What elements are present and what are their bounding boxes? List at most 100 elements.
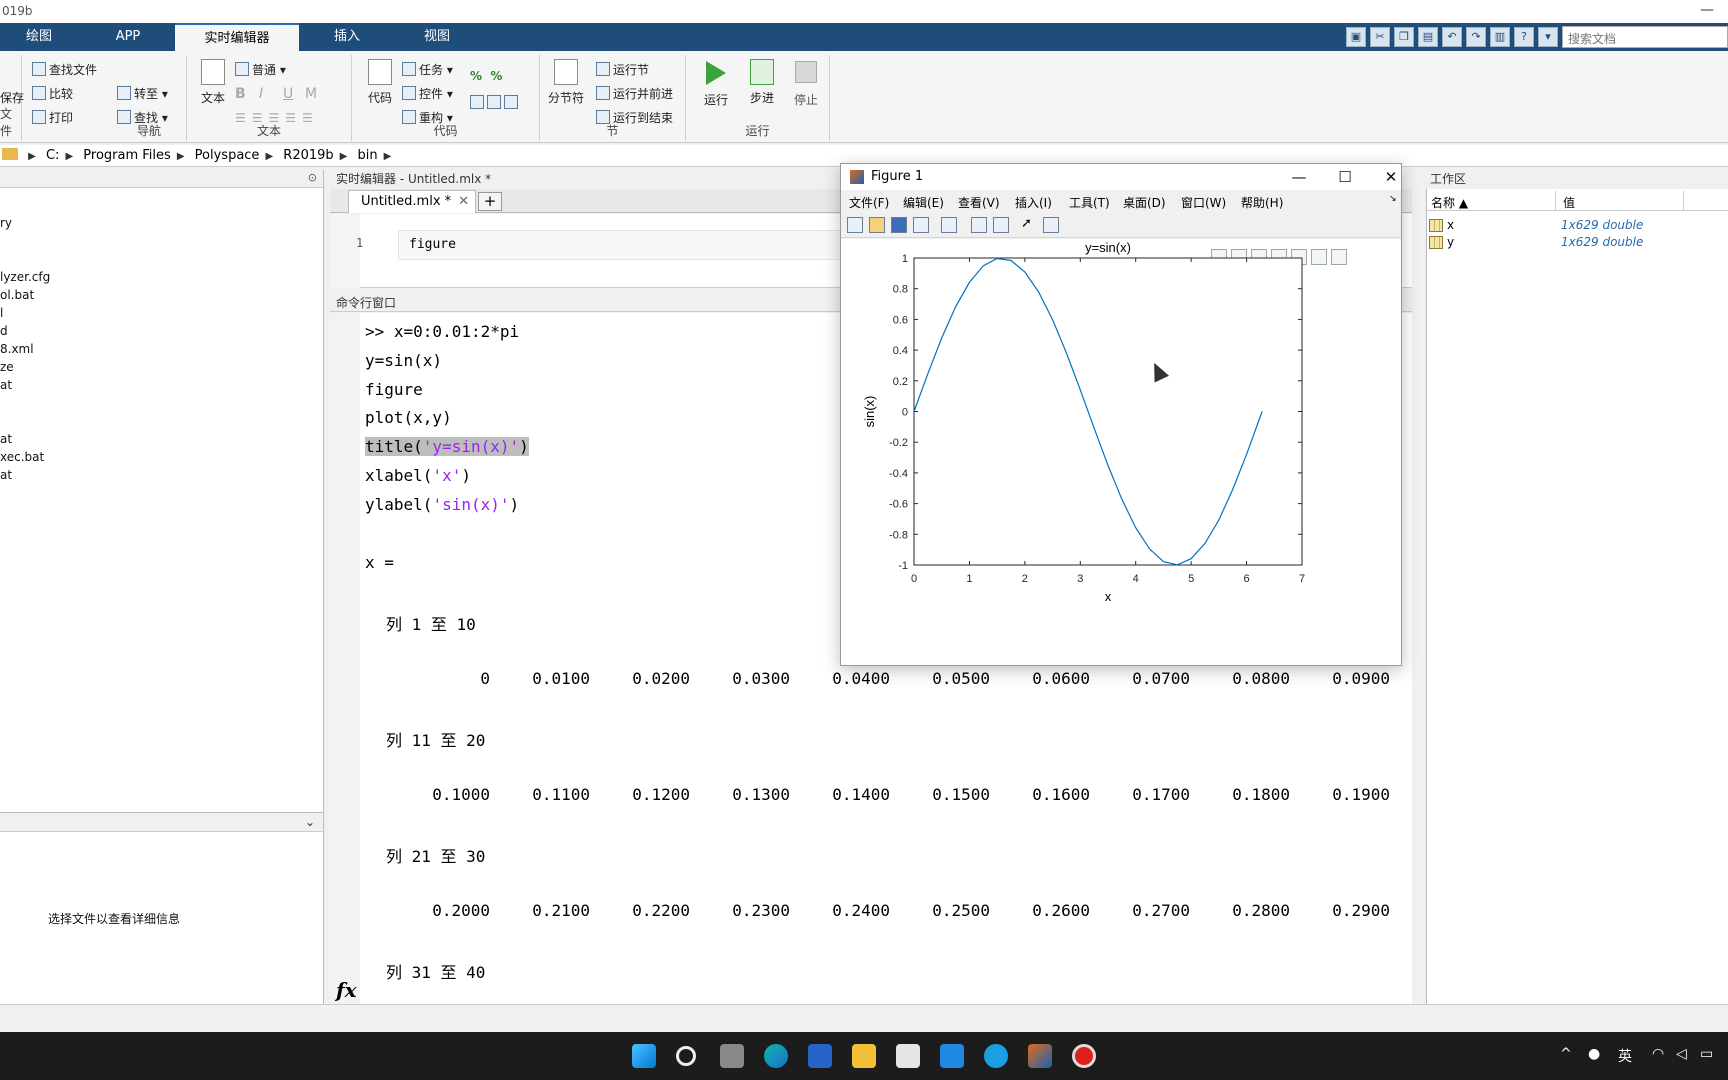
- indent-icons[interactable]: [470, 95, 521, 110]
- menu-dock-arrow-icon[interactable]: ↘: [1389, 194, 1397, 204]
- run-and-advance-button[interactable]: 运行并前进: [596, 85, 673, 102]
- run-button[interactable]: 运行: [696, 59, 736, 108]
- breadcrumb-item[interactable]: R2019b: [283, 148, 333, 163]
- property-editor-icon[interactable]: [1043, 217, 1059, 233]
- file-item[interactable]: at: [0, 376, 50, 394]
- file-item[interactable]: ze: [0, 358, 50, 376]
- copy-icon[interactable]: ❐: [1394, 27, 1414, 47]
- breadcrumb-item[interactable]: C:: [46, 148, 59, 163]
- undo-icon[interactable]: ↶: [1442, 27, 1462, 47]
- tab-plots[interactable]: 绘图: [0, 23, 78, 51]
- workspace-variable-row[interactable]: x 1x629 double: [1427, 217, 1728, 234]
- panel-options-icon[interactable]: ⊙: [308, 171, 317, 184]
- file-item[interactable]: [0, 412, 50, 430]
- matlab-taskbar-icon[interactable]: [1028, 1044, 1052, 1068]
- tray-chevron-up-icon[interactable]: ^: [1560, 1046, 1572, 1062]
- sine-plot[interactable]: 0 1 2 3 4 5 6 7 1 0.8 0.6 0.4 0.2 0 -0.2 -0.4 -0.6 -0.8 -1…: [841, 239, 1401, 665]
- search-icon[interactable]: [676, 1046, 696, 1066]
- code-button[interactable]: 代码: [360, 59, 400, 106]
- figure-maximize-button[interactable]: ☐: [1331, 166, 1359, 188]
- breadcrumb-item[interactable]: bin: [358, 148, 378, 163]
- menu-window[interactable]: 窗口(W): [1181, 194, 1226, 211]
- breadcrumb-item[interactable]: Program Files: [83, 148, 171, 163]
- tab-insert[interactable]: 插入: [305, 23, 389, 51]
- wifi-icon[interactable]: ◠: [1652, 1046, 1664, 1062]
- menu-insert[interactable]: 插入(I): [1015, 194, 1052, 211]
- cut-icon[interactable]: ✂: [1370, 27, 1390, 47]
- file-item[interactable]: ol.bat: [0, 286, 50, 304]
- control-dropdown[interactable]: 控件 ▾: [402, 85, 453, 102]
- monospace-button[interactable]: M: [305, 86, 317, 102]
- task-view-icon[interactable]: [720, 1044, 744, 1068]
- figure-canvas[interactable]: 0 1 2 3 4 5 6 7 1 0.8 0.6 0.4 0.2 0 -0.2 -0.4 -0.6 -0.8 -1…: [841, 239, 1401, 665]
- store-icon[interactable]: [896, 1044, 920, 1068]
- link-plot-icon[interactable]: [941, 217, 957, 233]
- step-button[interactable]: 步进: [742, 59, 782, 106]
- file-item[interactable]: 8.xml: [0, 340, 50, 358]
- breadcrumb-item[interactable]: Polyspace: [195, 148, 260, 163]
- minimize-button[interactable]: —: [1700, 2, 1714, 18]
- ie-icon[interactable]: [984, 1044, 1008, 1068]
- style-dropdown[interactable]: 普通 ▾: [235, 61, 286, 78]
- new-figure-icon[interactable]: [847, 217, 863, 233]
- help-icon[interactable]: ?: [1514, 27, 1534, 47]
- file-item[interactable]: at: [0, 430, 50, 448]
- code-cell[interactable]: figure: [398, 230, 868, 260]
- underline-button[interactable]: U: [283, 86, 293, 102]
- new-tab-button[interactable]: +: [478, 192, 502, 211]
- mail-icon[interactable]: [940, 1044, 964, 1068]
- bold-button[interactable]: B: [235, 86, 246, 102]
- file-item[interactable]: [0, 232, 50, 250]
- open-file-icon[interactable]: [869, 217, 885, 233]
- file-item[interactable]: [0, 394, 50, 412]
- microphone-icon[interactable]: ●: [1588, 1046, 1600, 1062]
- figure-minimize-button[interactable]: —: [1285, 166, 1313, 188]
- close-tab-icon[interactable]: ✕: [458, 194, 469, 209]
- tab-apps[interactable]: APP: [88, 23, 168, 51]
- stop-button[interactable]: 停止: [786, 59, 826, 108]
- menu-file[interactable]: 文件(F): [849, 194, 889, 211]
- file-explorer-icon[interactable]: [852, 1044, 876, 1068]
- security-shield-icon[interactable]: [808, 1044, 832, 1068]
- figure-window[interactable]: Figure 1 — ☐ ✕ 文件(F) 编辑(E) 查看(V) 插入(I) 工…: [840, 163, 1402, 666]
- battery-icon[interactable]: ▭: [1700, 1046, 1713, 1062]
- redo-icon[interactable]: ↷: [1466, 27, 1486, 47]
- menu-help[interactable]: 帮助(H): [1241, 194, 1283, 211]
- save-button[interactable]: 保存: [0, 89, 24, 106]
- file-item[interactable]: xec.bat: [0, 448, 50, 466]
- menu-edit[interactable]: 编辑(E): [903, 194, 944, 211]
- tab-untitled-mlx[interactable]: Untitled.mlx * ✕: [348, 190, 476, 213]
- colorbar-icon[interactable]: [971, 217, 987, 233]
- task-dropdown[interactable]: 任务 ▾: [402, 61, 453, 78]
- switch-windows-icon[interactable]: ▥: [1490, 27, 1510, 47]
- legend-icon[interactable]: [993, 217, 1009, 233]
- goto-button[interactable]: 转至 ▾: [117, 85, 168, 102]
- ime-indicator[interactable]: 英: [1618, 1046, 1632, 1066]
- menu-tools[interactable]: 工具(T): [1069, 194, 1110, 211]
- figure-title-bar[interactable]: Figure 1 — ☐ ✕: [841, 164, 1401, 190]
- italic-button[interactable]: I: [259, 86, 263, 102]
- options-icon[interactable]: ▾: [1538, 27, 1558, 47]
- file-item[interactable]: d: [0, 322, 50, 340]
- figure-close-button[interactable]: ✕: [1377, 166, 1405, 188]
- find-files-button[interactable]: 查找文件: [32, 61, 97, 78]
- text-button[interactable]: 文本: [193, 59, 233, 106]
- pointer-icon[interactable]: ➚: [1021, 217, 1037, 233]
- file-item[interactable]: at: [0, 466, 50, 484]
- save-figure-icon[interactable]: [891, 217, 907, 233]
- column-value-header[interactable]: 值: [1563, 194, 1575, 211]
- file-item[interactable]: ry: [0, 214, 50, 232]
- file-item[interactable]: l: [0, 304, 50, 322]
- record-icon[interactable]: [1072, 1044, 1096, 1068]
- print-figure-icon[interactable]: [913, 217, 929, 233]
- paste-icon[interactable]: ▤: [1418, 27, 1438, 47]
- workspace-variable-row[interactable]: y 1x629 double: [1427, 234, 1728, 251]
- menu-desktop[interactable]: 桌面(D): [1123, 194, 1166, 211]
- compare-button[interactable]: 比较: [32, 85, 73, 102]
- file-item[interactable]: lyzer.cfg: [0, 268, 50, 286]
- edge-icon[interactable]: [764, 1044, 788, 1068]
- volume-icon[interactable]: ◁: [1676, 1046, 1687, 1062]
- comment-percent-icon[interactable]: % %: [470, 69, 502, 83]
- tab-live-editor[interactable]: 实时编辑器: [175, 23, 299, 51]
- column-name-header[interactable]: 名称 ▲: [1431, 194, 1468, 211]
